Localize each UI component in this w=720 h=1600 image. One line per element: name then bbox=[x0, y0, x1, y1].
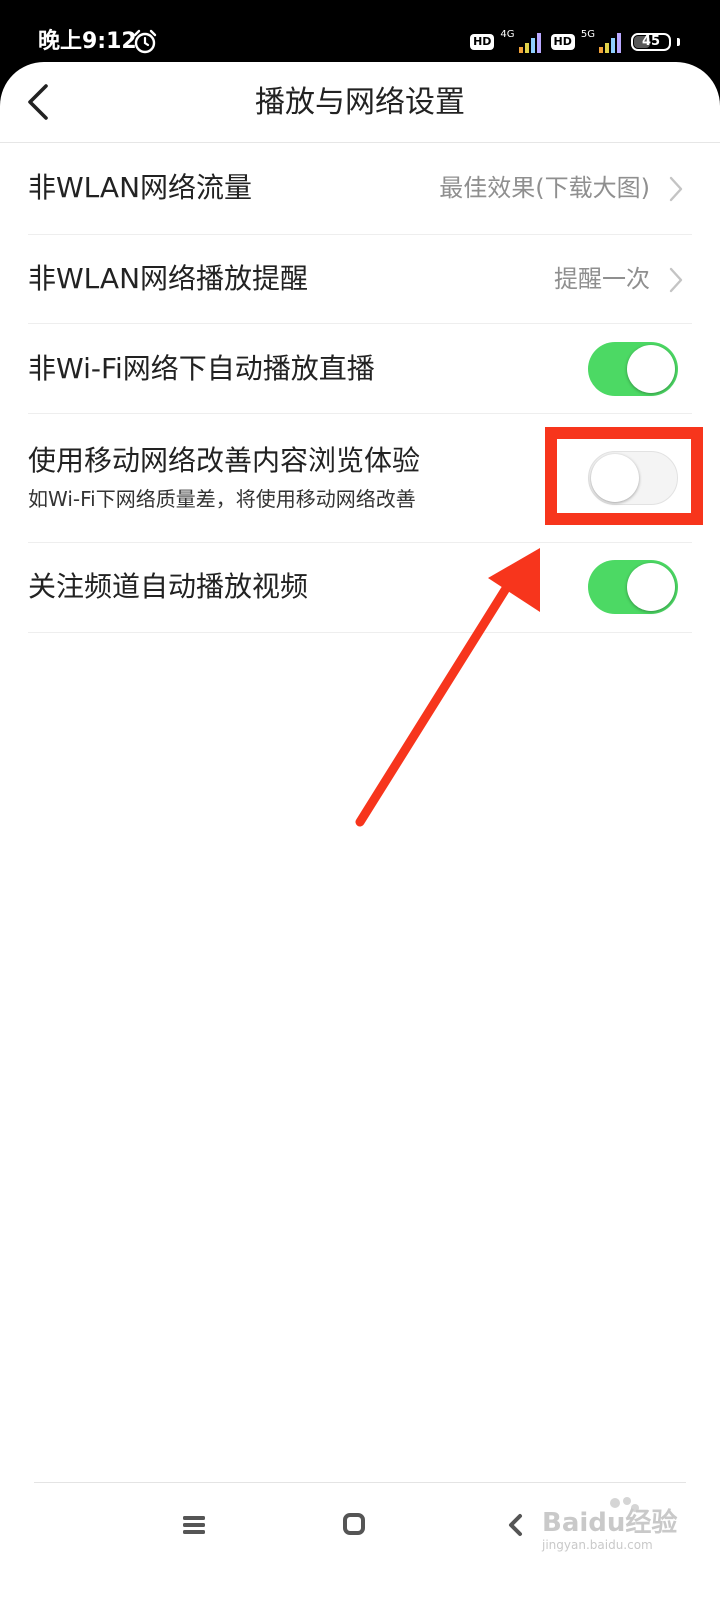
header: 播放与网络设置 bbox=[0, 62, 720, 142]
auto-play-live-toggle[interactable] bbox=[588, 342, 678, 396]
watermark-text: Baidu经验 bbox=[542, 1507, 677, 1538]
chevron-right-icon bbox=[669, 176, 683, 202]
setting-subtitle: 如Wi-Fi下网络质量差，将使用移动网络改善 bbox=[28, 487, 416, 511]
setting-row-wlan-data[interactable]: 非WLAN网络流量 最佳效果(下载大图) bbox=[28, 143, 692, 235]
setting-label: 非WLAN网络播放提醒 bbox=[28, 262, 309, 295]
followed-channel-autoplay-toggle[interactable] bbox=[588, 560, 678, 614]
setting-value: 最佳效果(下载大图) bbox=[439, 174, 650, 202]
toggle-knob bbox=[627, 345, 675, 393]
status-time: 晚上9:12 bbox=[38, 29, 137, 54]
network-type-label: 4G bbox=[500, 28, 515, 40]
network-type-label: 5G bbox=[580, 28, 595, 40]
signal-icon bbox=[599, 33, 621, 53]
setting-label: 使用移动网络改善内容浏览体验 bbox=[28, 444, 421, 477]
setting-row-mobile-network-boost: 使用移动网络改善内容浏览体验 如Wi-Fi下网络质量差，将使用移动网络改善 bbox=[28, 414, 692, 543]
signal-icon bbox=[518, 33, 541, 53]
mobile-network-boost-toggle[interactable] bbox=[588, 451, 678, 505]
baidu-watermark-logo: Baidu经验 jingyan.baidu.com bbox=[541, 1497, 677, 1552]
nav-divider bbox=[34, 1482, 686, 1483]
chevron-right-icon bbox=[669, 267, 683, 293]
setting-row-wlan-reminder[interactable]: 非WLAN网络播放提醒 提醒一次 bbox=[28, 235, 692, 324]
setting-value: 提醒一次 bbox=[554, 265, 650, 293]
battery-icon: 45 bbox=[631, 33, 671, 51]
setting-row-auto-play-live: 非Wi-Fi网络下自动播放直播 bbox=[28, 324, 692, 414]
home-square-icon[interactable] bbox=[340, 1510, 370, 1540]
status-indicators: HD 4G HD 5G 45 bbox=[470, 28, 680, 56]
menu-icon[interactable] bbox=[180, 1510, 210, 1540]
hd-badge: HD bbox=[550, 34, 575, 50]
row-divider bbox=[28, 632, 692, 633]
setting-row-followed-channel-autoplay: 关注频道自动播放视频 bbox=[28, 543, 692, 633]
page-title: 播放与网络设置 bbox=[255, 85, 465, 120]
alarm-icon bbox=[133, 29, 157, 54]
battery-level: 45 bbox=[641, 34, 661, 49]
setting-label: 非Wi-Fi网络下自动播放直播 bbox=[28, 352, 375, 385]
watermark-url: jingyan.baidu.com bbox=[541, 1538, 653, 1552]
status-bar: 晚上9:12 HD 4G HD 5G 45 bbox=[0, 0, 720, 64]
setting-label: 关注频道自动播放视频 bbox=[28, 570, 309, 603]
settings-screen: 播放与网络设置 非WLAN网络流量 最佳效果(下载大图) 非WLAN网络播放提醒… bbox=[0, 62, 720, 1600]
setting-label: 非WLAN网络流量 bbox=[28, 171, 253, 204]
battery-tip bbox=[677, 38, 680, 46]
back-chevron-icon[interactable] bbox=[502, 1510, 532, 1540]
hd-badge: HD bbox=[470, 34, 495, 50]
toggle-knob bbox=[627, 563, 675, 611]
toggle-knob bbox=[591, 454, 639, 502]
